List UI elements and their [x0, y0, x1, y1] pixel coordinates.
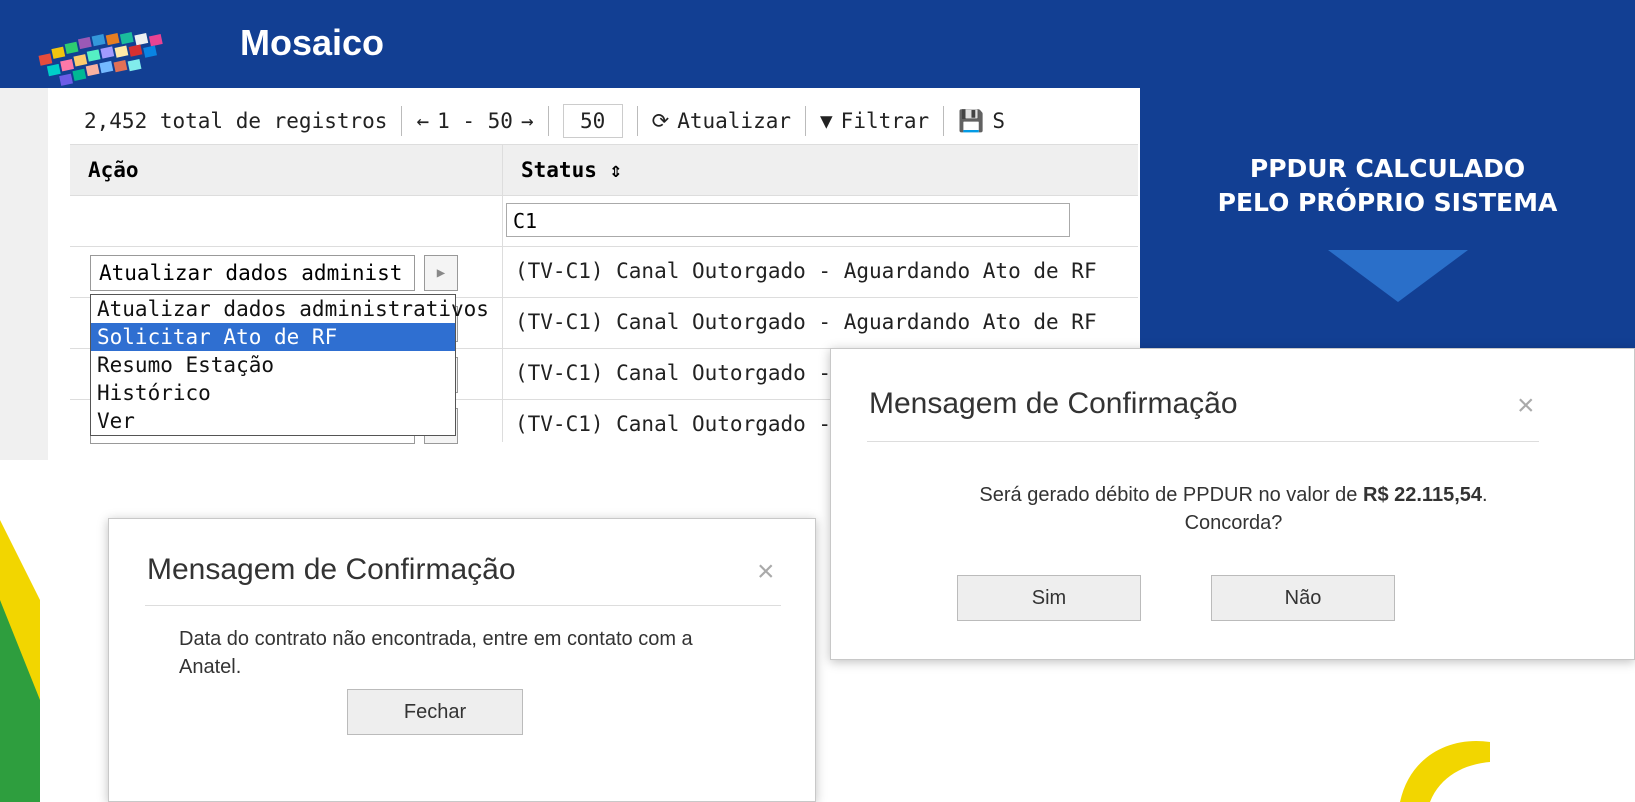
save-label: S [992, 109, 1005, 133]
message-prefix: Será gerado débito de PPDUR no valor de [979, 484, 1358, 506]
dialog-message: Data do contrato não encontrada, entre e… [179, 628, 693, 678]
dialog-title: Mensagem de Confirmação [147, 553, 516, 586]
save-icon: 💾 [958, 108, 985, 133]
grid-toolbar: 2,452 total de registros ← 1 - 50 → 50 ⟳… [70, 98, 1138, 144]
filter-button[interactable]: ▼ Filtrar [806, 109, 943, 133]
ppdur-amount: R$ 22.115,54 [1363, 484, 1482, 506]
dialog-message: Será gerado débito de PPDUR no valor de … [979, 484, 1488, 534]
page-size-input[interactable]: 50 [562, 104, 623, 138]
refresh-icon: ⟳ [651, 109, 670, 133]
column-header-acao: Ação [70, 145, 503, 195]
app-title: Mosaico [240, 22, 385, 63]
ppdur-confirmation-dialog: Mensagem de Confirmação × Será gerado dé… [830, 348, 1635, 660]
contract-date-dialog: Mensagem de Confirmação × Data do contra… [108, 518, 816, 802]
previous-page-icon[interactable]: ← [416, 109, 429, 133]
run-action-button[interactable]: ▶ [424, 255, 458, 291]
action-select[interactable]: Atualizar dados administ ▼ [90, 255, 415, 291]
left-gutter [0, 88, 48, 460]
status-filter-input[interactable]: C1 [506, 203, 1070, 237]
annotation-caption: PPDUR CALCULADO PELO PRÓPRIO SISTEMA [1140, 152, 1635, 220]
dropdown-option-solicitar-ato[interactable]: Solicitar Ato de RF [91, 323, 455, 351]
save-button[interactable]: 💾 S [944, 109, 1019, 134]
dropdown-option-resumo[interactable]: Resumo Estação [91, 351, 455, 379]
action-dropdown-list: Atualizar dados administrativos Solicita… [90, 294, 489, 436]
message-question: Concorda? [1184, 512, 1283, 534]
filter-icon: ▼ [820, 109, 833, 133]
brazil-swoosh-icon [1400, 740, 1490, 802]
column-label-acao: Ação [88, 158, 139, 182]
mosaico-logo-icon [38, 32, 163, 86]
brazil-flag-shape-icon [0, 520, 40, 802]
total-records: 2,452 total de registros [84, 109, 388, 133]
refresh-label: Atualizar [677, 109, 792, 133]
table-row: Atualizar dados administ ▼ ▶ (TV-C1) Can… [70, 247, 1138, 298]
yes-button[interactable]: Sim [957, 575, 1141, 621]
annotation-line-2: PELO PRÓPRIO SISTEMA [1217, 188, 1558, 217]
status-cell: (TV-C1) Canal Outorgado - A [515, 361, 857, 385]
close-icon[interactable]: × [757, 555, 775, 589]
column-label-status: Status [521, 158, 597, 182]
filter-label: Filtrar [840, 109, 930, 133]
annotation-panel: PPDUR CALCULADO PELO PRÓPRIO SISTEMA [1140, 88, 1635, 360]
sort-icon[interactable]: ⇕ [610, 158, 623, 182]
status-cell: (TV-C1) Canal Outorgado - Aguardando Ato… [515, 310, 1097, 334]
no-button[interactable]: Não [1211, 575, 1395, 621]
grid-header-row: Ação Status ⇕ [70, 144, 1138, 196]
column-header-status[interactable]: Status ⇕ [503, 145, 1138, 195]
next-page-icon[interactable]: → [521, 109, 534, 133]
dialog-title: Mensagem de Confirmação [869, 387, 1238, 420]
dialog-divider [867, 441, 1539, 442]
annotation-line-1: PPDUR CALCULADO [1249, 154, 1526, 183]
dropdown-option-ver[interactable]: Ver [91, 407, 455, 435]
down-arrow-icon [1328, 250, 1468, 302]
dropdown-option-atualizar[interactable]: Atualizar dados administrativos [91, 295, 489, 323]
dropdown-option-historico[interactable]: Histórico [91, 379, 455, 407]
dialog-divider [145, 605, 781, 606]
refresh-button[interactable]: ⟳ Atualizar [638, 109, 805, 133]
close-icon[interactable]: × [1517, 389, 1535, 423]
app-header: Mosaico [0, 0, 1635, 88]
close-button[interactable]: Fechar [347, 689, 523, 735]
status-cell: (TV-C1) Canal Outorgado - A [515, 412, 857, 436]
page-range: 1 - 50 [437, 109, 513, 133]
grid-filter-row: C1 [70, 196, 1138, 247]
status-cell: (TV-C1) Canal Outorgado - Aguardando Ato… [515, 259, 1097, 283]
